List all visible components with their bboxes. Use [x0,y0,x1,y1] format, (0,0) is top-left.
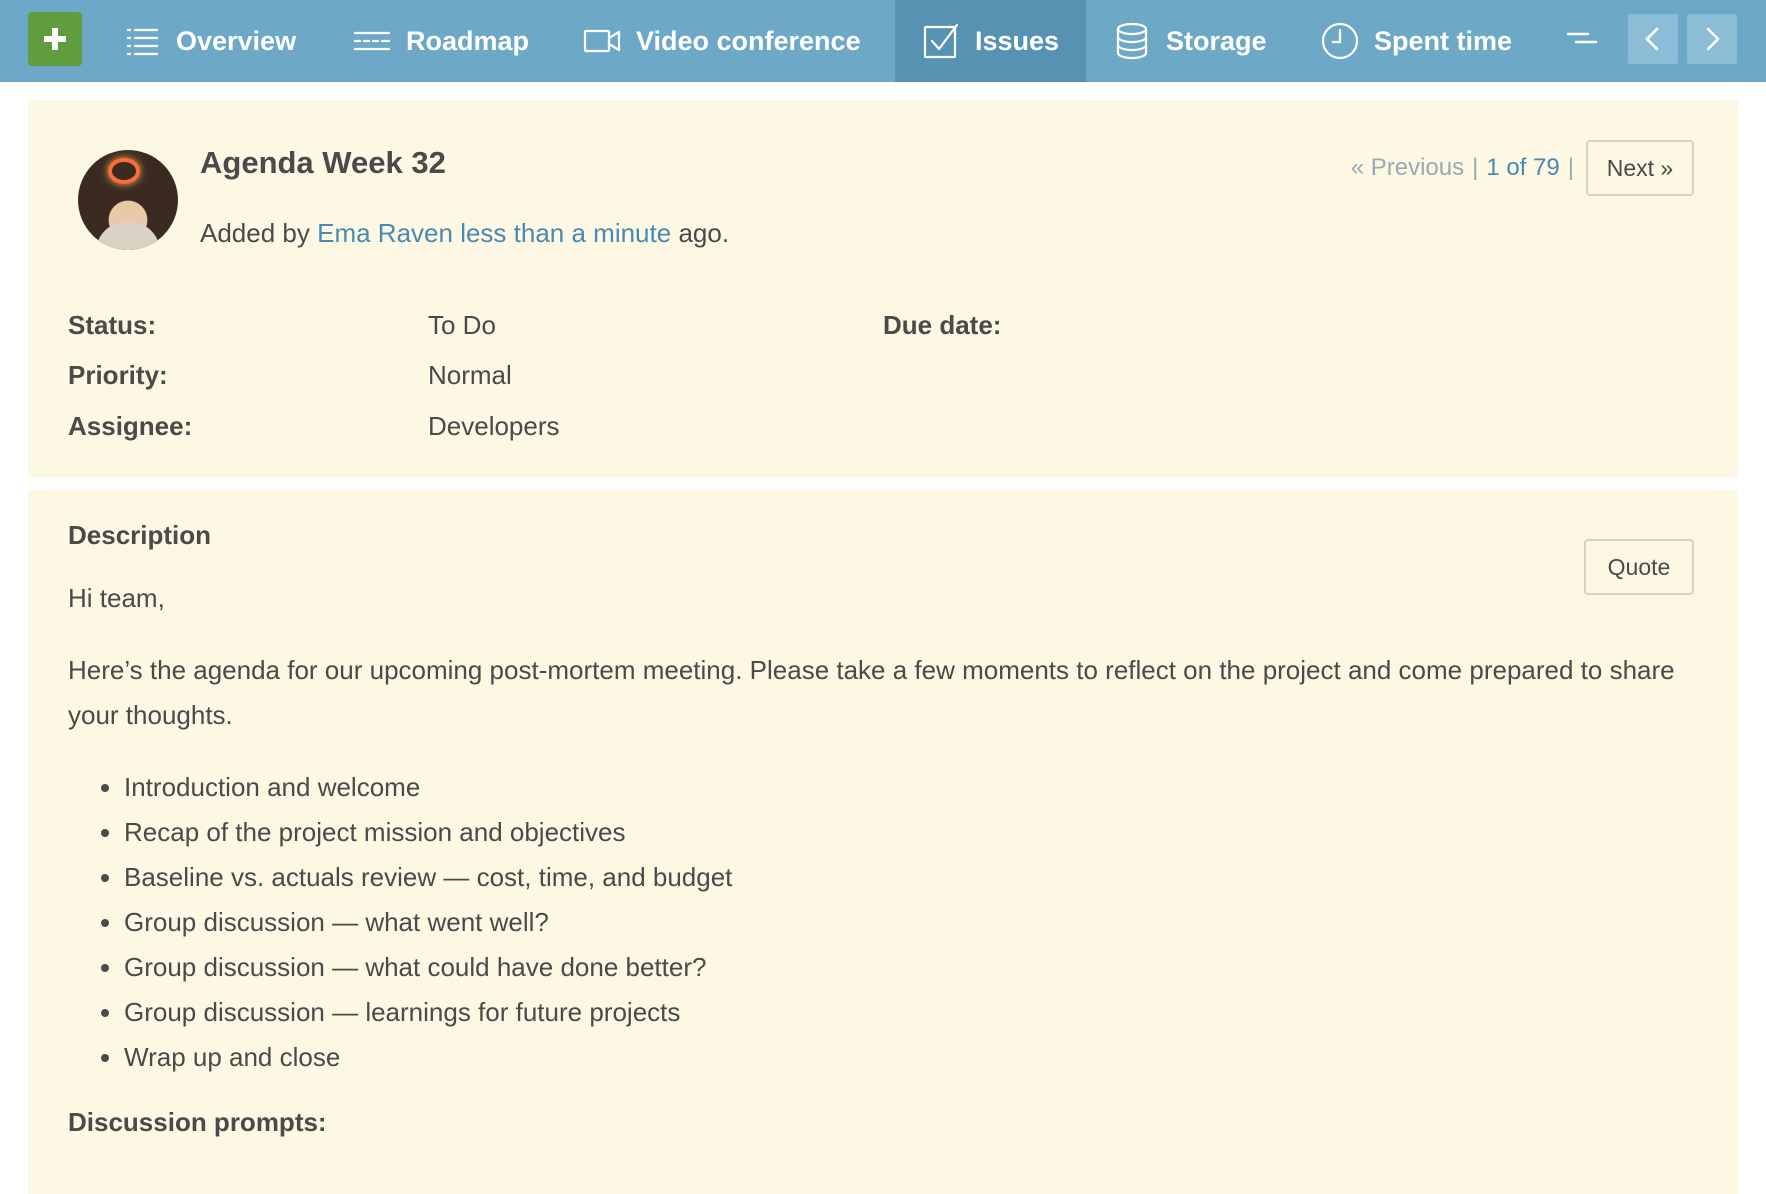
nav-label-issues: Issues [975,25,1060,56]
issue-title: Agenda Week 32 [200,145,446,180]
added-by-prefix: Added by [200,218,310,248]
avatar [78,150,178,250]
list-icon [126,28,159,56]
list-item: Group discussion — what went well? [124,900,1708,945]
nav-item-overview[interactable]: Overview [96,0,322,82]
status-value: To Do [428,310,496,340]
nav-item-storage[interactable]: Storage [1086,0,1293,82]
new-item-button[interactable] [28,12,82,66]
list-item: Recap of the project mission and objecti… [124,810,1708,855]
next-button[interactable]: Next » [1586,140,1694,196]
greeting-text: Hi team, [68,583,165,613]
discussion-prompts-heading: Discussion prompts: [68,1107,327,1137]
checkbox-icon [923,23,959,59]
nav-item-roadmap[interactable]: Roadmap [326,0,555,82]
clock-icon [1321,22,1359,60]
pager-separator: | [1472,154,1479,181]
assignee-label: Assignee: [68,411,193,441]
list-item: Introduction and welcome [124,765,1708,810]
plus-icon [44,28,66,50]
author-link[interactable]: Ema Raven [317,218,453,248]
list-item: Group discussion — what could have done … [124,945,1708,990]
video-camera-icon [583,29,621,53]
status-label: Status: [68,310,157,340]
pager-separator: | [1567,154,1574,181]
nav-item-spent-time[interactable]: Spent time [1294,0,1538,82]
list-item: Wrap up and close [124,1035,1708,1080]
nav-scroll-right-button[interactable] [1687,14,1737,64]
issue-pager: « Previous | 1 of 79 | Next » [1351,140,1738,196]
priority-label: Priority: [68,360,168,390]
chevron-left-icon [1645,27,1659,51]
added-by-suffix: ago. [678,218,730,248]
issue-header-panel: Agenda Week 32 Added by Ema Raven less t… [28,100,1738,477]
nav-item-issues[interactable]: Issues [895,0,1086,82]
description-panel: Description Quote Hi team, Here’s the ag… [28,490,1738,1194]
nav-scroll-left-button[interactable] [1628,14,1678,64]
due-date-label: Due date: [883,310,1002,340]
nav-item-video-conference[interactable]: Video conference [556,0,887,82]
assignee-value: Developers [428,411,560,441]
added-by-line: Added by Ema Raven less than a minute ag… [200,218,729,249]
nav-label-spent-time: Spent time [1374,25,1513,56]
priority-value: Normal [428,360,512,390]
avatar-shirt [96,222,160,250]
chevron-right-icon [1706,27,1720,51]
previous-link: « Previous [1350,154,1465,181]
avatar-neon-sign [108,158,140,184]
roadmap-icon [353,31,391,51]
description-heading: Description [68,520,212,550]
menu-more-icon[interactable] [1562,22,1602,58]
nav-label-overview: Overview [176,25,297,56]
agenda-list: Introduction and welcome Recap of the pr… [124,765,1708,1080]
time-ago-link[interactable]: less than a minute [460,218,671,248]
top-navigation: Overview Roadmap Video conference Issues… [0,0,1766,82]
list-item: Baseline vs. actuals review — cost, time… [124,855,1708,900]
database-icon [1116,22,1148,60]
pager-position[interactable]: 1 of 79 [1486,154,1559,182]
description-body: Hi team, Here’s the agenda for our upcom… [68,576,1708,1145]
intro-text: Here’s the agenda for our upcoming post-… [68,655,1675,730]
list-item: Group discussion — learnings for future … [124,990,1708,1035]
nav-label-video-conference: Video conference [636,25,861,56]
nav-label-storage: Storage [1166,25,1267,56]
nav-label-roadmap: Roadmap [406,25,530,56]
